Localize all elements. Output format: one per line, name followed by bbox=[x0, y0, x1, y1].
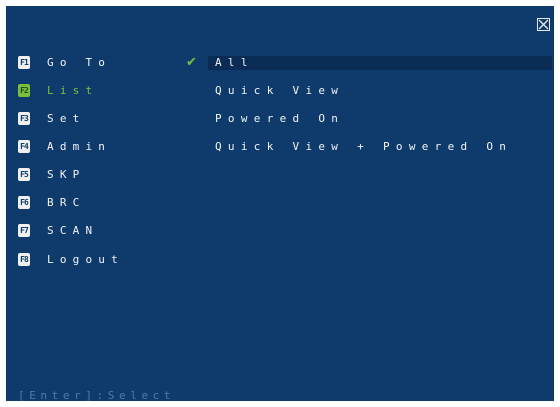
menu-item-label: Go To bbox=[47, 56, 112, 69]
list-option-label: Quick View bbox=[215, 84, 345, 97]
close-button[interactable] bbox=[537, 18, 550, 31]
osd-screen: F1 Go To F2 List F3 Set F4 Admin F5 SKP … bbox=[6, 6, 554, 402]
close-x-icon bbox=[538, 19, 549, 30]
f7-key-badge: F7 bbox=[18, 224, 30, 237]
f1-key-badge: F1 bbox=[18, 56, 30, 69]
list-option-label: Powered On bbox=[215, 112, 345, 125]
selection-highlight bbox=[208, 56, 552, 70]
checkmark-icon: ✔ bbox=[186, 55, 197, 70]
footer-hint: [Enter]:Select bbox=[18, 389, 176, 402]
f5-key-badge: F5 bbox=[18, 168, 30, 181]
f8-key-badge: F8 bbox=[18, 253, 30, 266]
f6-key-badge: F6 bbox=[18, 196, 30, 209]
menu-item-label: Admin bbox=[47, 140, 112, 153]
menu-item-label: SCAN bbox=[47, 224, 99, 237]
list-option-label: All bbox=[215, 56, 254, 69]
menu-item-label: Logout bbox=[47, 253, 124, 266]
menu-item-label: List bbox=[47, 84, 99, 97]
f2-key-badge: F2 bbox=[18, 84, 30, 97]
menu-item-label: SKP bbox=[47, 168, 86, 181]
f3-key-badge: F3 bbox=[18, 112, 30, 125]
menu-item-label: BRC bbox=[47, 196, 86, 209]
f4-key-badge: F4 bbox=[18, 140, 30, 153]
list-option-label: Quick View + Powered On bbox=[215, 140, 513, 153]
menu-item-label: Set bbox=[47, 112, 86, 125]
